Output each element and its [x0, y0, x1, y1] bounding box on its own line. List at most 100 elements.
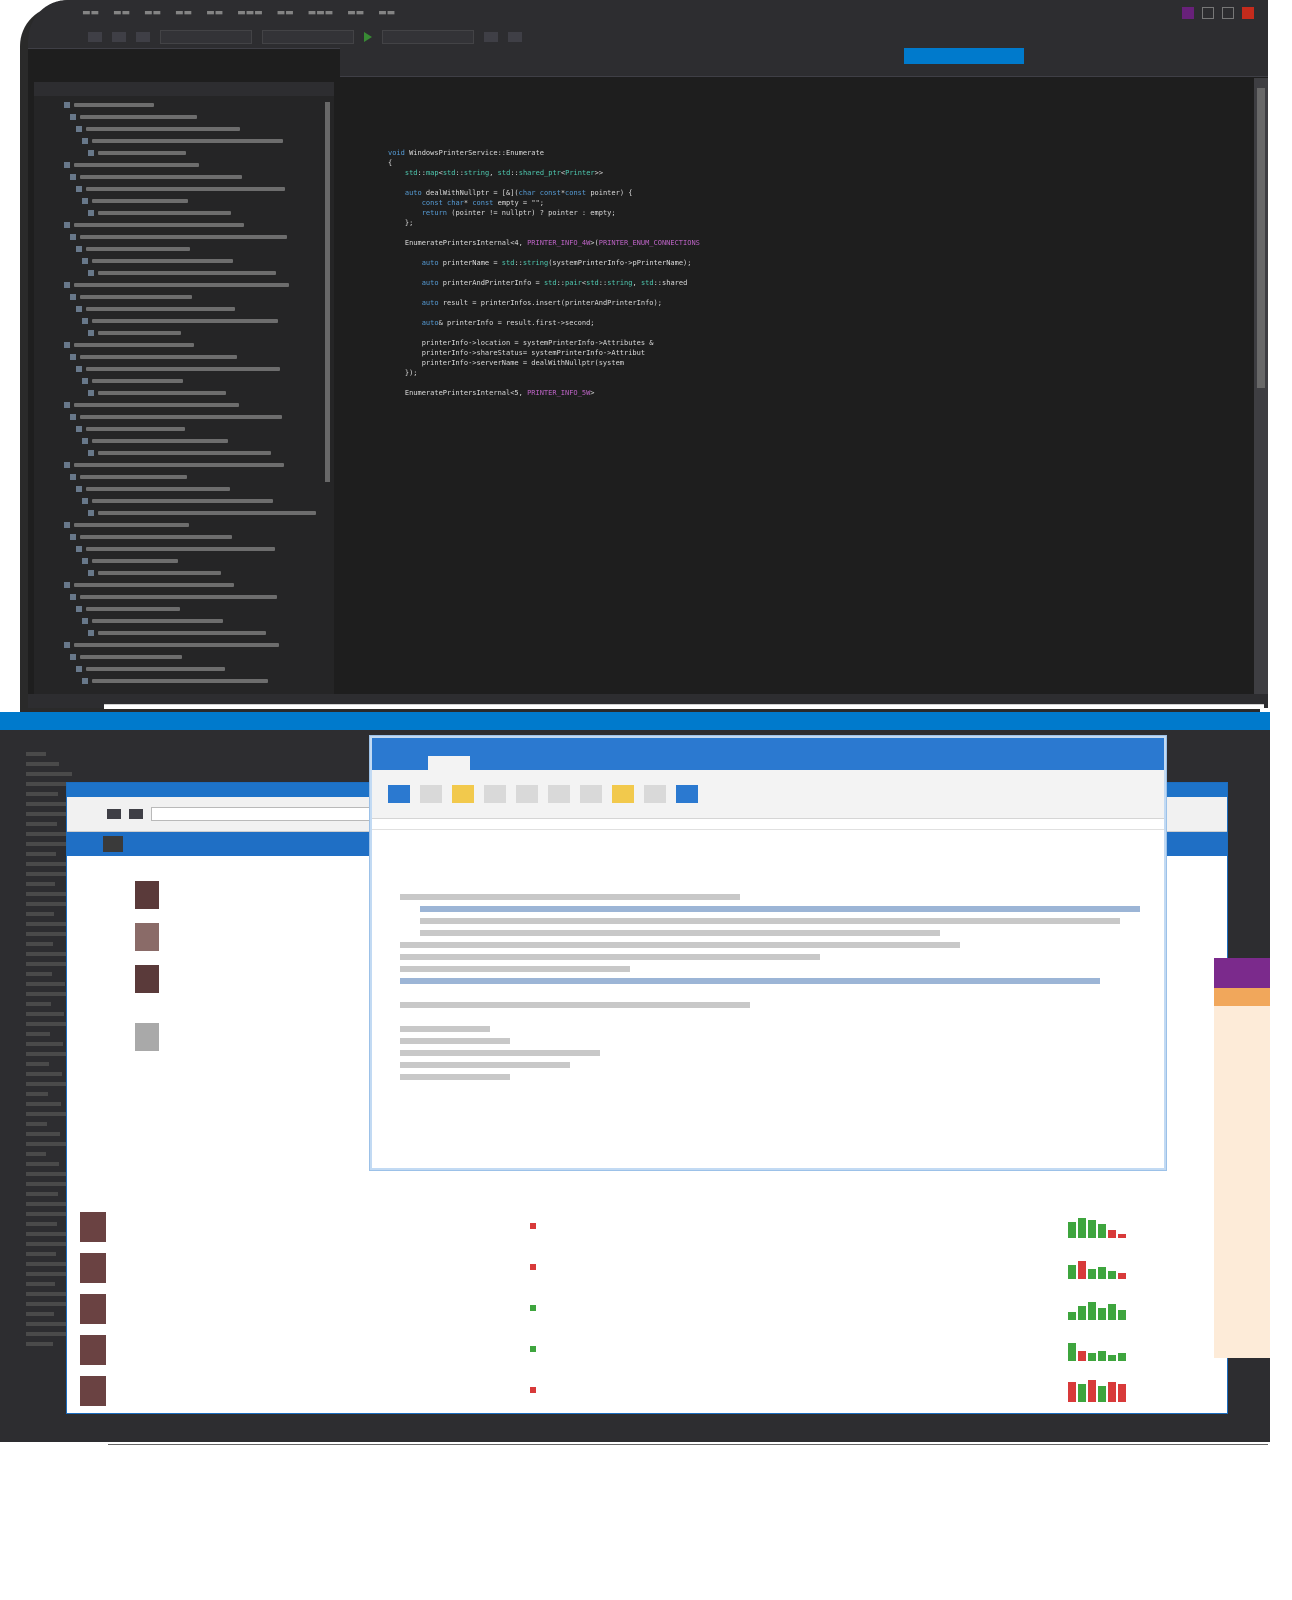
back-icon[interactable]	[107, 809, 121, 819]
tree-item[interactable]	[34, 136, 334, 146]
ribbon-tab[interactable]	[428, 756, 470, 770]
tree-item[interactable]	[34, 436, 334, 446]
tree-item[interactable]	[34, 388, 334, 398]
configuration-dropdown[interactable]	[160, 30, 252, 44]
code-line[interactable]	[388, 248, 1250, 258]
tree-item[interactable]	[34, 592, 334, 602]
tree-item[interactable]	[34, 412, 334, 422]
tree-item[interactable]	[34, 556, 334, 566]
code-line[interactable]	[388, 78, 1250, 88]
menu-item[interactable]: ▬▬▬	[308, 8, 334, 18]
tree-item[interactable]	[34, 580, 334, 590]
code-line[interactable]	[388, 138, 1250, 148]
solution-explorer-tree[interactable]	[34, 96, 334, 686]
code-line[interactable]	[388, 128, 1250, 138]
tree-item[interactable]	[34, 676, 334, 686]
menu-item[interactable]: ▬▬	[378, 8, 395, 18]
ribbon-tab[interactable]	[696, 756, 722, 770]
menu-item[interactable]: ▬▬	[206, 8, 223, 18]
code-line[interactable]: EnumeratePrintersInternal<4, PRINTER_INF…	[388, 238, 1250, 248]
tree-item[interactable]	[34, 280, 334, 290]
code-line[interactable]: printerInfo->shareStatus= systemPrinterI…	[388, 348, 1250, 358]
tree-item[interactable]	[34, 208, 334, 218]
maximize-icon[interactable]	[1222, 7, 1234, 19]
tree-item[interactable]	[34, 652, 334, 662]
code-line[interactable]	[388, 178, 1250, 188]
ide-menu-bar[interactable]: ▬▬ ▬▬ ▬▬ ▬▬ ▬▬ ▬▬▬ ▬▬ ▬▬▬ ▬▬ ▬▬	[82, 8, 395, 18]
ribbon-button[interactable]	[580, 785, 602, 803]
tree-item[interactable]	[34, 532, 334, 542]
tree-item[interactable]	[34, 424, 334, 434]
code-line[interactable]	[388, 108, 1250, 118]
tree-item[interactable]	[34, 352, 334, 362]
ribbon-tab[interactable]	[528, 756, 554, 770]
code-line[interactable]: auto printerAndPrinterInfo = std::pair<s…	[388, 278, 1250, 288]
code-line[interactable]	[388, 308, 1250, 318]
tree-item[interactable]	[34, 448, 334, 458]
code-line[interactable]: auto printerName = std::string(systemPri…	[388, 258, 1250, 268]
toolbar-button[interactable]	[508, 32, 522, 42]
debug-target-dropdown[interactable]	[382, 30, 474, 44]
menu-item[interactable]: ▬▬	[144, 8, 161, 18]
code-line[interactable]: auto dealWithNullptr = [&](char const*co…	[388, 188, 1250, 198]
code-line[interactable]	[388, 328, 1250, 338]
ribbon-button[interactable]	[516, 785, 538, 803]
ribbon-button[interactable]	[644, 785, 666, 803]
tree-item[interactable]	[34, 664, 334, 674]
code-line[interactable]: });	[388, 368, 1250, 378]
email-body[interactable]	[372, 878, 1164, 1080]
ribbon-button[interactable]	[484, 785, 506, 803]
tree-item[interactable]	[34, 364, 334, 374]
editor-tab[interactable]	[340, 48, 430, 64]
code-line[interactable]: auto& printerInfo = result.first->second…	[388, 318, 1250, 328]
code-line[interactable]	[388, 88, 1250, 98]
pull-request-row[interactable]	[80, 1370, 1250, 1411]
code-area[interactable]: void WindowsPrinterService::Enumerate{ s…	[388, 78, 1250, 398]
highlight-icon[interactable]	[452, 785, 474, 803]
tree-item[interactable]	[34, 172, 334, 182]
editor-tab[interactable]	[1122, 48, 1212, 64]
tree-item[interactable]	[34, 544, 334, 554]
toolbar-button[interactable]	[112, 32, 126, 42]
code-line[interactable]	[388, 288, 1250, 298]
toolbar-button[interactable]	[88, 32, 102, 42]
tree-item[interactable]	[34, 460, 334, 470]
tree-item[interactable]	[34, 376, 334, 386]
code-line[interactable]: {	[388, 158, 1250, 168]
platform-dropdown[interactable]	[262, 30, 354, 44]
code-line[interactable]: const char* const empty = "";	[388, 198, 1250, 208]
ribbon-tab[interactable]	[612, 756, 638, 770]
menu-item[interactable]: ▬▬	[277, 8, 294, 18]
tree-item[interactable]	[34, 628, 334, 638]
cc-field[interactable]	[390, 850, 1164, 864]
tree-item[interactable]	[34, 640, 334, 650]
minimize-icon[interactable]	[1202, 7, 1214, 19]
tree-item[interactable]	[34, 256, 334, 266]
code-line[interactable]	[388, 268, 1250, 278]
ribbon-tab[interactable]	[386, 756, 412, 770]
tree-item[interactable]	[34, 304, 334, 314]
run-icon[interactable]	[364, 32, 372, 42]
editor-tab[interactable]	[434, 48, 524, 64]
toolbar-button[interactable]	[136, 32, 150, 42]
vsts-logo-icon[interactable]	[103, 836, 123, 852]
menu-item[interactable]: ▬▬	[175, 8, 192, 18]
solution-explorer-scrollbar[interactable]	[325, 102, 330, 482]
tree-item[interactable]	[34, 520, 334, 530]
tree-item[interactable]	[34, 400, 334, 410]
code-editor[interactable]: void WindowsPrinterService::Enumerate{ s…	[340, 78, 1250, 694]
ribbon-button[interactable]	[548, 785, 570, 803]
pull-request-row[interactable]	[80, 1329, 1250, 1370]
editor-scrollbar[interactable]	[1254, 78, 1268, 694]
ribbon-tab[interactable]	[486, 756, 512, 770]
code-line[interactable]: };	[388, 218, 1250, 228]
code-line[interactable]	[388, 98, 1250, 108]
pull-request-row[interactable]	[80, 1247, 1250, 1288]
editor-tab[interactable]	[528, 48, 618, 64]
editor-navigation-bar[interactable]	[340, 64, 1268, 77]
editor-tab[interactable]	[810, 48, 900, 64]
tree-item[interactable]	[34, 472, 334, 482]
tree-item[interactable]	[34, 508, 334, 518]
tree-item[interactable]	[34, 484, 334, 494]
close-icon[interactable]	[1242, 7, 1254, 19]
